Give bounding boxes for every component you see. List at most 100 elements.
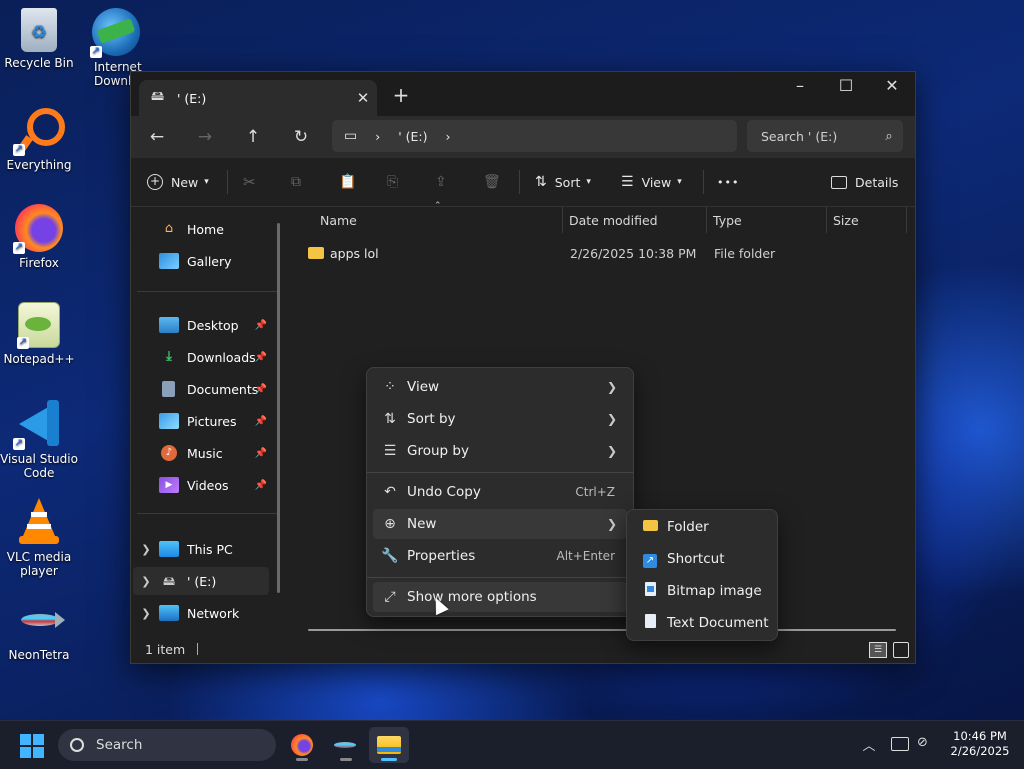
cut-button[interactable]: ✂ [243,168,256,196]
sidebar-item-music[interactable]: ♪ Music 📌 [133,439,269,467]
address-bar[interactable]: ▭ › ' (E:) › [332,120,737,152]
sidebar-item-drive-e[interactable]: ❯ 🖴 ' (E:) [133,567,269,595]
taskbar-search[interactable]: Search [58,729,276,761]
volume-muted-icon[interactable]: ⊘ [917,735,928,750]
taskbar-firefox[interactable] [282,727,322,763]
sidebar-item-this-pc[interactable]: ❯ This PC [133,535,269,563]
sidebar-item-downloads[interactable]: ⤓ Downloads 📌 [133,343,269,371]
file-date: 2/26/2025 10:38 PM [570,245,697,261]
sidebar-item-gallery[interactable]: Gallery [133,247,269,275]
menu-item-new-text-document[interactable]: Text Document [633,608,771,638]
more-icon: ••• [717,175,740,189]
desktop-icon-everything[interactable]: ↗ Everything [0,106,81,172]
grid-icon: ⁘ [384,379,396,395]
desktop-icon-neon-tetra[interactable]: NeonTetra [0,596,81,662]
pictures-icon [159,413,179,429]
column-header-date-modified[interactable]: Date modified [569,207,658,233]
divider [519,170,520,194]
tab-close-icon[interactable]: ✕ [349,89,377,107]
menu-item-new-shortcut[interactable]: ↗ Shortcut [633,544,771,574]
sidebar-item-pictures[interactable]: Pictures 📌 [133,407,269,435]
column-divider[interactable] [826,207,827,233]
taskbar-file-explorer[interactable] [369,727,409,763]
sidebar-item-videos[interactable]: ▶ Videos 📌 [133,471,269,499]
search-input[interactable]: Search ' (E:) [761,129,875,144]
menu-item-label: Bitmap image [667,583,762,599]
tab-drive-e[interactable]: 🖴 ' (E:) ✕ [139,80,377,116]
desktop-icon-recycle-bin[interactable]: ♻ Recycle Bin [0,8,81,70]
system-clock[interactable]: 10:46 PM 2/26/2025 [938,729,1022,759]
internet-download-manager-icon: ↗ [90,8,140,58]
breadcrumb-drive-e[interactable]: ' (E:) [398,129,427,144]
menu-item-new-folder[interactable]: Folder [633,512,771,542]
sidebar-item-label: ' (E:) [187,573,217,589]
desktop-icon-vscode[interactable]: ↗ Visual Studio Code [0,400,81,480]
menu-item-group-by[interactable]: ☰ Group by ❯ [373,436,627,466]
search-box[interactable]: Search ' (E:) ⌕ [747,120,903,152]
column-divider[interactable] [906,207,907,233]
sidebar-item-network[interactable]: ❯ Network [133,599,269,627]
taskbar-neon-tetra[interactable] [326,727,366,763]
sidebar-item-label: This PC [187,541,233,557]
details-view-icon[interactable]: ☰ [869,642,887,658]
network-status-icon[interactable] [891,737,909,751]
sidebar-item-home[interactable]: ⌂ Home [133,215,269,243]
menu-item-new[interactable]: ⊕ New ❯ [373,509,627,539]
title-bar[interactable]: 🖴 ' (E:) ✕ + – ☐ ✕ [131,72,915,116]
taskbar-search-input[interactable]: Search [96,737,142,753]
windows-logo-icon [20,734,44,758]
sort-button[interactable]: ⇅ Sort ▾ [535,168,591,196]
column-divider[interactable] [562,207,563,233]
everything-search-icon: ↗ [13,106,65,156]
column-header-size[interactable]: Size [833,207,859,233]
rename-button[interactable]: ⎘ [387,168,398,196]
start-button[interactable] [12,727,52,763]
maximize-button[interactable]: ☐ [823,72,869,102]
column-divider[interactable] [706,207,707,233]
horizontal-scrollbar[interactable] [308,629,896,631]
menu-item-show-more-options[interactable]: ⤢ Show more options [373,582,627,612]
pin-icon: 📌 [254,479,267,491]
minimize-button[interactable]: – [777,72,823,102]
desktop-icon-firefox[interactable]: ↗ Firefox [0,204,81,270]
back-button[interactable]: ← [141,122,173,152]
view-button[interactable]: ☰ View ▾ [621,168,682,196]
close-button[interactable]: ✕ [869,72,915,102]
breadcrumb-separator[interactable]: › [375,129,380,144]
copy-button[interactable]: ⧉ [291,168,301,196]
chevron-up-icon[interactable]: ︿ [860,735,878,754]
column-header-name[interactable]: Name [320,207,357,233]
refresh-button[interactable]: ↻ [285,122,317,152]
menu-item-undo-copy[interactable]: ↶ Undo Copy Ctrl+Z [373,477,627,507]
menu-item-new-bitmap[interactable]: Bitmap image [633,576,771,606]
navigation-scrollbar[interactable] [277,223,280,593]
chevron-right-icon[interactable]: ❯ [133,575,159,588]
sidebar-item-documents[interactable]: Documents 📌 [133,375,269,403]
desktop-folder-icon [159,317,179,333]
menu-item-label: Folder [667,519,709,535]
chevron-right-icon[interactable]: ❯ [133,607,159,620]
sidebar-item-label: Gallery [187,253,232,269]
view-label: View [641,174,672,190]
menu-item-sort-by[interactable]: ⇅ Sort by ❯ [373,404,627,434]
desktop-icon-notepad-plus-plus[interactable]: ↗ Notepad++ [0,302,81,366]
forward-button[interactable]: → [189,122,221,152]
up-button[interactable]: ↑ [237,122,269,152]
new-button[interactable]: + New ▾ [147,168,209,196]
menu-item-view[interactable]: ⁘ View ❯ [373,372,627,402]
details-pane-button[interactable]: Details [831,168,898,196]
column-header-type[interactable]: Type [713,207,742,233]
see-more-button[interactable]: ••• [717,168,739,196]
table-row[interactable]: apps lol 2/26/2025 10:38 PM File folder [306,241,906,265]
paste-button[interactable]: 📋 [339,168,356,196]
sidebar-item-desktop[interactable]: Desktop 📌 [133,311,269,339]
tiles-view-icon[interactable] [893,642,909,658]
pin-icon: 📌 [254,447,267,459]
share-button[interactable]: ⇪ [435,168,447,196]
menu-item-properties[interactable]: 🔧 Properties Alt+Enter [373,541,627,571]
breadcrumb-separator[interactable]: › [446,129,451,144]
chevron-right-icon[interactable]: ❯ [133,543,159,556]
new-tab-button[interactable]: + [389,84,413,108]
desktop-icon-vlc[interactable]: VLC media player [0,498,81,578]
delete-button[interactable]: 🗑 [483,168,501,196]
